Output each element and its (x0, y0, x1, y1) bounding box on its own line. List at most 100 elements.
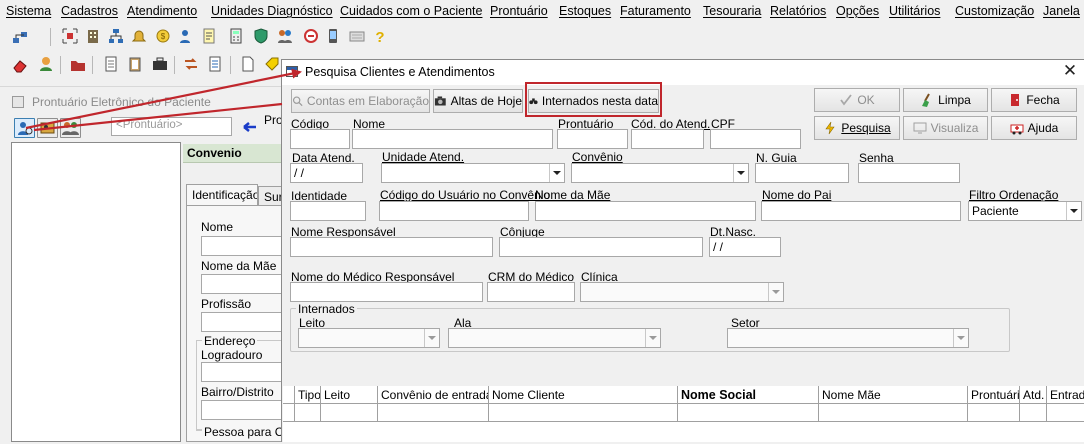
ok-button[interactable]: OK (814, 88, 900, 112)
clipboard-icon[interactable] (127, 56, 143, 72)
grid-cell[interactable] (1020, 404, 1047, 422)
menu-faturamento[interactable]: Faturamento (620, 4, 691, 18)
altas-hoje-button[interactable]: Altas de Hoje (433, 89, 523, 113)
folder-icon[interactable] (70, 57, 86, 73)
person-search-button[interactable] (14, 118, 35, 138)
visualiza-button[interactable]: Visualiza (903, 116, 988, 140)
grid-header-nome-cliente[interactable]: Nome Cliente (489, 386, 678, 404)
menu-cadastros[interactable]: Cadastros (61, 4, 118, 18)
grid-header-prontuario[interactable]: Prontuário (968, 386, 1020, 404)
grid-cell[interactable] (968, 404, 1020, 422)
menu-estoques[interactable]: Estoques (559, 4, 611, 18)
user-group-icon[interactable] (277, 28, 293, 44)
patient-list[interactable] (11, 142, 181, 442)
ajuda-button[interactable]: Ajuda (991, 116, 1077, 140)
nome-mae-input[interactable] (535, 201, 756, 221)
document-icon[interactable] (103, 56, 119, 72)
nome-responsavel-input[interactable] (290, 237, 493, 257)
patient-card-button[interactable] (37, 118, 58, 138)
grid-header-nome-mae[interactable]: Nome Mãe (819, 386, 968, 404)
nome-pai-input[interactable] (761, 201, 961, 221)
coins-icon[interactable]: $ (155, 28, 171, 44)
transfer-icon[interactable] (183, 56, 199, 72)
tab-summary[interactable]: Sur (258, 186, 282, 206)
grid-cell[interactable] (321, 404, 378, 422)
senha-input[interactable] (858, 163, 960, 183)
menu-tesouraria[interactable]: Tesouraria (703, 4, 761, 18)
new-document-icon[interactable] (240, 56, 256, 72)
menu-prontuario[interactable]: Prontuário (490, 4, 548, 18)
person-search-icon[interactable] (178, 28, 194, 44)
cpf-input[interactable] (710, 129, 801, 149)
briefcase-icon[interactable] (152, 56, 168, 72)
menu-atendimento[interactable]: Atendimento (127, 4, 197, 18)
nome-mae-field[interactable] (201, 274, 291, 294)
grid-cell[interactable] (678, 404, 819, 422)
crm-medico-input[interactable] (487, 282, 575, 302)
contas-elaboracao-button[interactable]: Contas em Elaboração (291, 89, 430, 113)
n-guia-input[interactable] (755, 163, 849, 183)
grid-header-tipo[interactable]: Tipo (295, 386, 321, 404)
profissao-field[interactable] (201, 312, 291, 332)
logradouro-field[interactable] (201, 362, 291, 382)
identidade-input[interactable] (290, 201, 366, 221)
cod-atend-input[interactable] (631, 129, 704, 149)
arrow-left-icon[interactable] (243, 121, 257, 133)
grid-header-convenio-entrada[interactable]: Convênio de entrada (378, 386, 489, 404)
scan-icon[interactable] (62, 28, 78, 44)
calculator-icon[interactable] (228, 28, 244, 44)
close-button[interactable]: ✕ (1058, 60, 1082, 82)
setor-dropdown[interactable] (727, 328, 969, 348)
menu-unidades-diagnostico[interactable]: Unidades Diagnóstico (211, 4, 333, 18)
conjuge-input[interactable] (499, 237, 703, 257)
clinica-dropdown[interactable] (580, 282, 784, 302)
nome-field[interactable] (201, 236, 291, 256)
unidade-atend-dropdown[interactable] (381, 163, 565, 183)
menu-utilitarios[interactable]: Utilitários (889, 4, 940, 18)
keyboard-icon[interactable] (349, 28, 365, 44)
menu-relatorios[interactable]: Relatórios (770, 4, 826, 18)
dt-nasc-input[interactable]: / / (709, 237, 781, 257)
grid-header-nome-social[interactable]: Nome Social (678, 386, 819, 404)
filtro-ordenacao-dropdown[interactable]: Paciente (968, 201, 1082, 221)
codigo-usuario-input[interactable] (379, 201, 529, 221)
bell-icon[interactable] (131, 28, 147, 44)
fecha-button[interactable]: Fecha (991, 88, 1077, 112)
grid-cell[interactable] (295, 404, 321, 422)
data-atend-input[interactable]: / / (290, 163, 363, 183)
patient-icon[interactable] (38, 56, 54, 72)
prontuario-input[interactable]: <Prontuário> (111, 117, 232, 136)
shield-icon[interactable] (253, 28, 269, 44)
menu-customizacao[interactable]: Customização (955, 4, 1034, 18)
limpa-button[interactable]: Limpa (903, 88, 988, 112)
phone-icon[interactable] (325, 28, 341, 44)
grid-cell[interactable] (378, 404, 489, 422)
list-document-icon[interactable] (207, 56, 223, 72)
network-icon[interactable] (12, 29, 28, 45)
menu-sistema[interactable]: Sistema (6, 4, 51, 18)
tag-icon[interactable] (264, 56, 280, 72)
grid-cell[interactable] (489, 404, 678, 422)
grid-header-leito[interactable]: Leito (321, 386, 378, 404)
notes-icon[interactable] (201, 28, 217, 44)
grid-header-atd[interactable]: Atd. (1020, 386, 1047, 404)
tab-identificacao[interactable]: Identificação (186, 184, 258, 206)
grid-cell[interactable] (819, 404, 968, 422)
menu-janela[interactable]: Janela (1043, 4, 1080, 18)
bairro-field[interactable] (201, 400, 291, 420)
nome-medico-input[interactable] (290, 282, 483, 302)
prontuario-input[interactable] (557, 129, 628, 149)
codigo-input[interactable] (290, 129, 350, 149)
pesquisa-button[interactable]: Pesquisa (814, 116, 900, 140)
eraser-icon[interactable] (12, 57, 28, 73)
grid-header-entrada[interactable]: Entrad (1047, 386, 1084, 404)
ala-dropdown[interactable] (448, 328, 661, 348)
patient-group-button[interactable] (60, 118, 81, 138)
hierarchy-icon[interactable] (108, 28, 124, 44)
stamp-icon[interactable] (303, 28, 319, 44)
nome-input[interactable] (352, 129, 553, 149)
menu-opcoes[interactable]: Opções (836, 4, 879, 18)
building-icon[interactable] (85, 28, 101, 44)
menu-cuidados-paciente[interactable]: Cuidados com o Paciente (340, 4, 482, 18)
grid-cell[interactable] (1047, 404, 1084, 422)
